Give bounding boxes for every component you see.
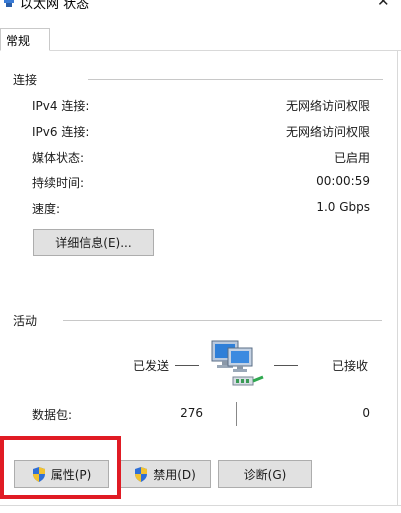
uac-shield-icon bbox=[135, 466, 148, 482]
diagnose-button[interactable]: 诊断(G) bbox=[218, 460, 312, 488]
ipv4-connectivity-value: 无网络访问权限 bbox=[285, 99, 370, 113]
packets-received-value: 0 bbox=[362, 406, 370, 420]
details-button[interactable]: 详细信息(E)... bbox=[33, 229, 154, 256]
received-line bbox=[274, 365, 298, 366]
activity-group-separator bbox=[63, 320, 382, 321]
disable-button-label: 禁用(D) bbox=[153, 467, 196, 482]
details-button-label: 详细信息(E)... bbox=[55, 236, 132, 250]
received-label: 已接收 bbox=[332, 359, 369, 373]
diagnose-button-label: 诊断(G) bbox=[243, 467, 287, 482]
window-title: 以太网 状态 bbox=[20, 0, 90, 12]
media-state-value: 已启用 bbox=[333, 151, 370, 165]
sent-label: 已发送 bbox=[133, 359, 170, 373]
connection-group-label: 连接 bbox=[13, 71, 44, 88]
ipv6-connectivity-value: 无网络访问权限 bbox=[285, 125, 370, 139]
disable-button[interactable]: 禁用(D) bbox=[119, 460, 211, 488]
duration-label: 持续时间: bbox=[32, 176, 85, 190]
duration-value: 00:00:59 bbox=[316, 174, 370, 188]
speed-value: 1.0 Gbps bbox=[316, 200, 370, 214]
packets-label: 数据包: bbox=[32, 408, 73, 422]
tab-general-label: 常规 bbox=[6, 34, 31, 48]
title-bar: 以太网 状态 ✕ bbox=[0, 0, 401, 12]
ipv4-connectivity-label: IPv4 连接: bbox=[32, 99, 90, 113]
close-icon[interactable]: ✕ bbox=[377, 0, 390, 10]
packets-divider bbox=[236, 402, 237, 426]
packets-sent-value: 276 bbox=[180, 406, 203, 420]
window-bottom-border bbox=[0, 505, 401, 506]
ipv6-connectivity-label: IPv6 连接: bbox=[32, 125, 90, 139]
connection-group-separator bbox=[88, 79, 383, 80]
sent-line bbox=[175, 365, 199, 366]
tab-general[interactable]: 常规 bbox=[0, 28, 50, 51]
speed-label: 速度: bbox=[32, 202, 61, 216]
network-computers-icon bbox=[211, 340, 264, 386]
media-state-label: 媒体状态: bbox=[32, 151, 85, 165]
properties-highlight-box bbox=[0, 436, 121, 499]
network-adapter-icon bbox=[4, 0, 14, 7]
activity-group-label: 活动 bbox=[13, 312, 44, 329]
